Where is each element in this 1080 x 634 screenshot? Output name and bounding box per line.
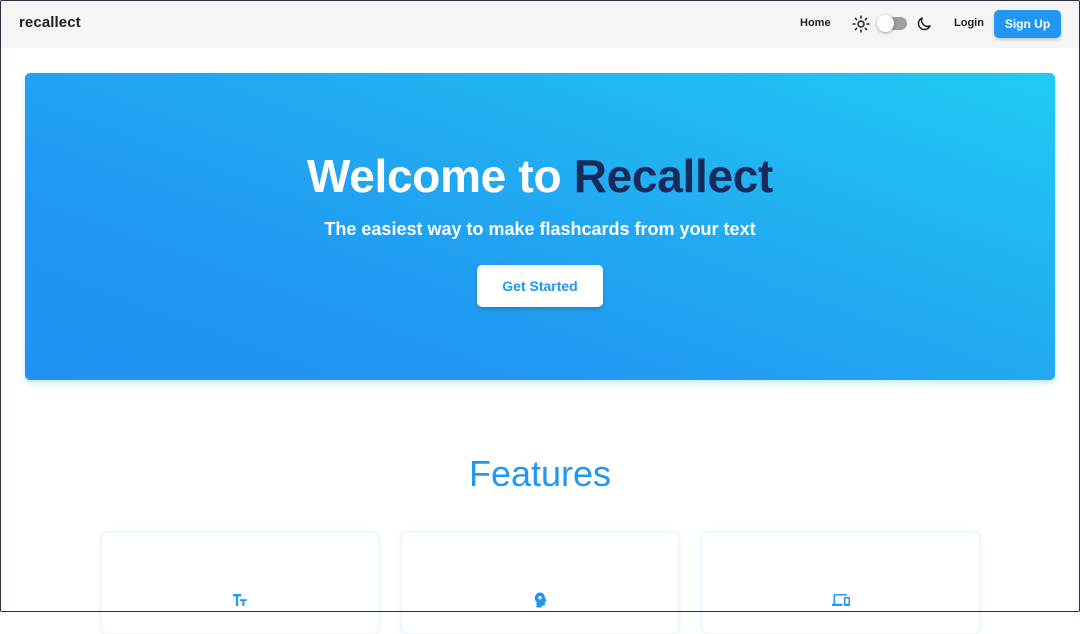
text-fields-icon <box>232 594 247 606</box>
brand-logo[interactable]: recallect <box>19 14 81 31</box>
theme-toggle-knob[interactable] <box>877 15 894 32</box>
hero-banner: Welcome to Recallect The easiest way to … <box>25 73 1055 380</box>
login-link[interactable]: Login <box>954 17 984 29</box>
theme-toggle[interactable] <box>877 15 907 32</box>
hero-subtitle: The easiest way to make flashcards from … <box>324 219 756 239</box>
devices-icon <box>832 594 850 606</box>
sun-icon <box>852 15 870 33</box>
feature-card-devices <box>702 532 980 634</box>
features-heading: Features <box>468 453 612 494</box>
hero-title-accent: Recallect <box>573 150 774 202</box>
navbar: recallect Home Login Sign Up <box>0 0 1080 48</box>
signup-button[interactable]: Sign Up <box>994 10 1061 38</box>
feature-card-brain <box>401 532 679 634</box>
hero-title-prefix: Welcome to <box>306 150 574 202</box>
feature-card-text <box>101 532 379 634</box>
hero-title: Welcome to Recallect <box>25 149 1055 203</box>
nav-link-home[interactable]: Home <box>800 17 831 29</box>
moon-icon <box>917 17 931 31</box>
get-started-button[interactable]: Get Started <box>477 265 603 307</box>
brain-head-icon <box>534 592 547 608</box>
